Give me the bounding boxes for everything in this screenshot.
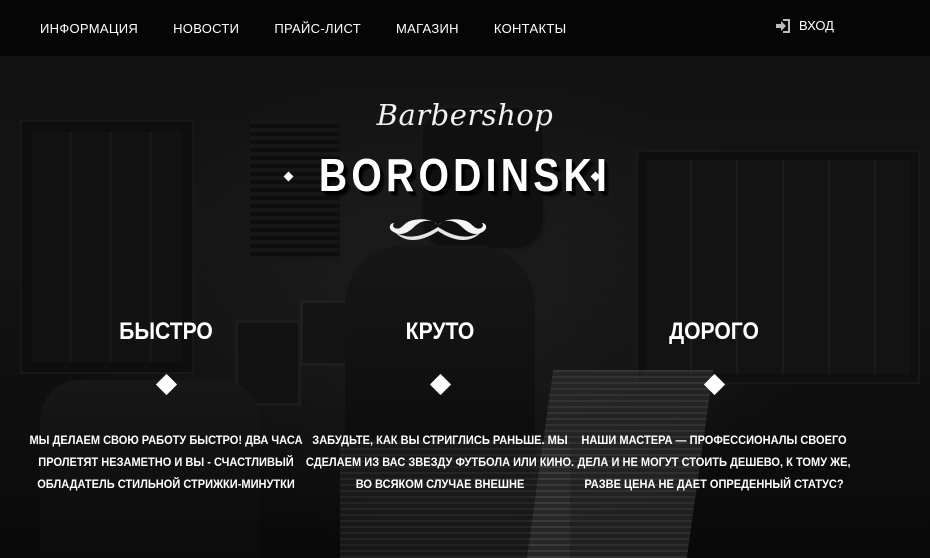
logo-script-text: Barbershop: [376, 98, 554, 132]
feature-text: ЗАБУДЬТЕ, КАК ВЫ СТРИГЛИСЬ РАНЬШЕ. МЫ СД…: [305, 433, 575, 491]
feature-title: ДОРОГО: [669, 318, 759, 345]
nav-item-info[interactable]: ИНФОРМАЦИЯ: [40, 21, 138, 36]
nav-item-price-list[interactable]: ПРАЙС-ЛИСТ: [274, 21, 361, 36]
nav-menu: ИНФОРМАЦИЯ НОВОСТИ ПРАЙС-ЛИСТ МАГАЗИН КО…: [40, 21, 601, 36]
nav-item-news[interactable]: НОВОСТИ: [173, 21, 239, 36]
logo-title: BORODINSKI: [318, 149, 612, 201]
feature-fast: БЫСТРО МЫ ДЕЛАЕМ СВОЮ РАБОТУ БЫСТРО! ДВА…: [16, 318, 316, 491]
feature-expensive: ДОРОГО НАШИ МАСТЕРА — ПРОФЕССИОНАЛЫ СВОЕ…: [564, 318, 864, 491]
login-button[interactable]: ВХОД: [775, 18, 834, 33]
nav-item-contacts[interactable]: КОНТАКТЫ: [494, 21, 567, 36]
login-icon: [776, 18, 791, 33]
feature-text: НАШИ МАСТЕРА — ПРОФЕССИОНАЛЫ СВОЕГО ДЕЛА…: [577, 433, 851, 491]
login-label: ВХОД: [799, 18, 834, 33]
top-navigation: ИНФОРМАЦИЯ НОВОСТИ ПРАЙС-ЛИСТ МАГАЗИН КО…: [0, 0, 930, 56]
feature-title: КРУТО: [405, 318, 475, 345]
nav-item-shop[interactable]: МАГАЗИН: [396, 21, 459, 36]
feature-cool: КРУТО ЗАБУДЬТЕ, КАК ВЫ СТРИГЛИСЬ РАНЬШЕ.…: [290, 318, 590, 491]
feature-title: БЫСТРО: [119, 318, 213, 345]
mustache-icon: [389, 219, 487, 240]
feature-text: МЫ ДЕЛАЕМ СВОЮ РАБОТУ БЫСТРО! ДВА ЧАСА П…: [29, 433, 303, 491]
